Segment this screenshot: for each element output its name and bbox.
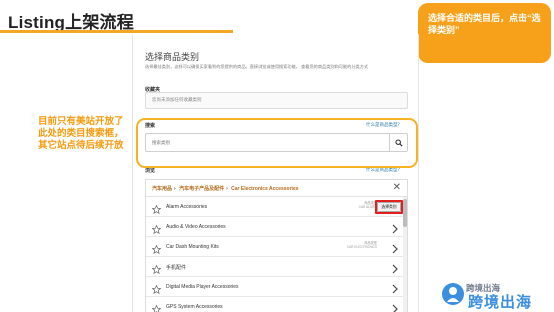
category-label: Digital Media Player Accessories <box>166 284 239 290</box>
category-row[interactable]: Alarm Accessories 商品类型 CAR ALARM 选择类别 <box>146 197 407 217</box>
chevron-right-icon[interactable] <box>391 301 399 312</box>
category-label: 手机配件 <box>166 265 187 271</box>
category-row[interactable]: Digital Media Player Accessories <box>146 277 407 297</box>
browse-label: 浏览 <box>145 168 156 174</box>
breadcrumb-item[interactable]: 汽车用品 <box>152 186 172 192</box>
close-icon[interactable]: ✕ <box>393 183 401 193</box>
breadcrumb-item: Car Electronics Accessories <box>231 186 299 192</box>
favorites-box: 您尚未添加任何收藏类别 <box>145 92 408 109</box>
category-label: Alarm Accessories <box>166 204 208 210</box>
breadcrumb: 汽车用品 › 汽车电子产品及配件 › Car Electronics Accesso… <box>146 180 407 197</box>
search-highlight-ring <box>136 118 418 168</box>
category-row[interactable]: Audio & Video Accessories <box>146 217 407 237</box>
category-row[interactable]: GPS System Accessories <box>146 297 407 312</box>
category-label: Audio & Video Accessories <box>166 224 226 230</box>
category-label: GPS System Accessories <box>166 304 223 310</box>
panel-description: 选择最佳类别，这样可以确保买家看到的您提供的商品。直接浏览或使用搜索功能。 查看… <box>145 64 413 70</box>
star-icon[interactable] <box>151 301 162 312</box>
category-label: Car Dash Mounting Kits <box>166 244 219 250</box>
title-underline <box>0 30 233 33</box>
category-row[interactable]: 手机配件 <box>146 257 407 277</box>
watermark-text-large: 跨境出海 <box>468 294 533 311</box>
breadcrumb-item[interactable]: 汽车电子产品及配件 <box>179 186 224 192</box>
category-panel: 选择商品类别 选择最佳类别，这样可以确保买家看到的您提供的商品。直接浏览或使用搜… <box>132 34 419 312</box>
category-browser: 汽车用品 › 汽车电子产品及配件 › Car Electronics Accesso… <box>145 179 408 312</box>
instruction-callout: 选择合适的类目后，点击“选择类别” <box>418 3 551 63</box>
product-type-meta: 商品类型 CAR ELECTRONICS <box>346 241 377 249</box>
panel-heading: 选择商品类别 <box>145 52 200 62</box>
product-type-meta: 商品类型 CAR ALARM <box>358 201 377 209</box>
scrollbar-thumb[interactable] <box>403 199 407 227</box>
category-row[interactable]: Car Dash Mounting Kits 商品类型 CAR ELECTRONI… <box>146 237 407 257</box>
description-text: 选择最佳类别，这样可以确保买家看到的您提供的商品。直接浏览或使用搜索功能。 查看… <box>145 64 369 69</box>
left-annotation: 目前只有美站开放了此处的类目搜索框，其它站点待后续开放 <box>38 116 124 151</box>
watermark-logo-icon <box>442 283 464 305</box>
select-category-button[interactable]: 选择类别 <box>377 202 401 212</box>
